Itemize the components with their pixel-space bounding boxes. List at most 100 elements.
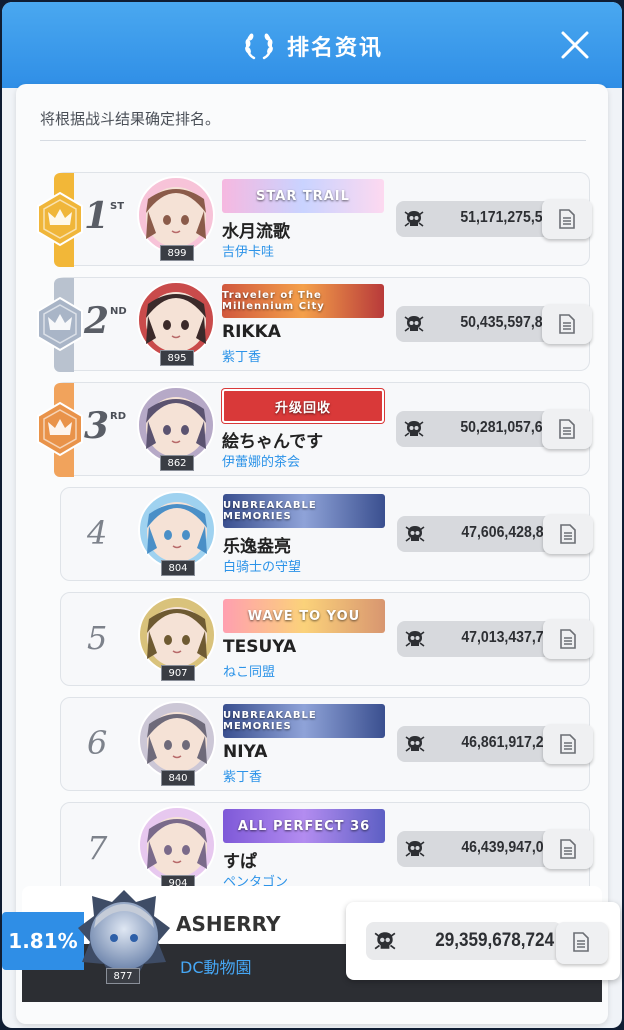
rank-suffix: ND xyxy=(110,306,127,317)
rank-number: 4 xyxy=(87,514,108,552)
ranking-row[interactable]: 1 ST 899 STAR TRAIL 水月流歌 吉伊卡哇 51,171,275,533 xyxy=(37,172,592,267)
score-box: 47,606,428,889 xyxy=(397,516,567,552)
rank-number: 2 xyxy=(84,300,110,342)
document-icon xyxy=(559,419,575,439)
battle-skull-icon xyxy=(405,631,425,647)
rank-number: 3 xyxy=(84,405,110,447)
title-banner-label: STAR TRAIL xyxy=(256,188,350,204)
title-banner: UNBREAKABLE MEMORIES xyxy=(223,494,385,528)
detail-button[interactable] xyxy=(543,829,593,869)
detail-button[interactable] xyxy=(542,304,592,344)
player-level: 840 xyxy=(161,770,195,786)
ranking-row[interactable]: 3 RD 862 升级回收絵ちゃんです 伊蕾娜的茶会 50,281,057,689 xyxy=(37,382,592,477)
detail-button[interactable] xyxy=(543,514,593,554)
rank-number: 6 xyxy=(87,724,108,762)
guild-name[interactable]: 吉伊卡哇 xyxy=(222,241,274,260)
title-banner: WAVE TO YOU xyxy=(223,599,385,633)
player-avatar[interactable] xyxy=(136,280,216,360)
battle-skull-icon xyxy=(405,841,425,857)
battle-skull-icon xyxy=(404,316,424,332)
detail-button[interactable] xyxy=(543,619,593,659)
battle-skull-icon xyxy=(404,211,424,227)
title-banner-label: UNBREAKABLE MEMORIES xyxy=(223,500,317,522)
rank-number: 5 xyxy=(87,619,108,657)
player-avatar[interactable] xyxy=(136,175,216,255)
guild-name[interactable]: 白骑士の守望 xyxy=(223,556,301,575)
guild-name[interactable]: 伊蕾娜的茶会 xyxy=(222,451,300,470)
title-banner: UNBREAKABLE MEMORIES xyxy=(223,704,385,738)
title-banner: STAR TRAIL xyxy=(222,179,384,213)
modal-header: 排名资讯 xyxy=(2,2,622,88)
battle-skull-icon xyxy=(405,526,425,542)
self-guild: DC動物園 xyxy=(180,958,252,977)
score-box: 46,861,917,247 xyxy=(397,726,567,762)
player-avatar[interactable] xyxy=(137,595,217,675)
rank-number: 7 xyxy=(87,829,108,867)
document-icon xyxy=(560,734,576,754)
score-box: 50,281,057,689 xyxy=(396,411,566,447)
ranking-row[interactable]: 7 904 ALL PERFECT 36 すぱ ペンタゴン 46,439,947,003 xyxy=(60,802,593,896)
player-avatar[interactable] xyxy=(137,490,217,570)
ranking-list[interactable]: 1 ST 899 STAR TRAIL 水月流歌 吉伊卡哇 51,171,275,533 2 N… xyxy=(16,84,608,1024)
title-banner-label: WAVE TO YOU xyxy=(247,608,361,624)
score-box: 46,439,947,003 xyxy=(397,831,567,867)
ranking-row[interactable]: 5 907 WAVE TO YOU TESUYA ねこ同盟 47,013,437,768 xyxy=(60,592,593,686)
ranking-row[interactable]: 4 804 UNBREAKABLE MEMORIES 乐逸盎亮 白骑士の守望 47,606… xyxy=(60,487,593,581)
self-score-panel: 29,359,678,724 xyxy=(346,902,620,980)
self-name: ASHERRY xyxy=(176,912,281,936)
player-avatar[interactable] xyxy=(137,700,217,780)
battle-skull-icon xyxy=(404,421,424,437)
document-icon xyxy=(560,629,576,649)
title-banner-label: ALL PERFECT 36 xyxy=(237,818,371,834)
rank-number: 1 xyxy=(84,195,110,237)
detail-button[interactable] xyxy=(542,409,592,449)
close-icon[interactable] xyxy=(558,28,592,62)
title-banner-label: 升级回收 xyxy=(274,400,331,416)
guild-name[interactable]: 紫丁香 xyxy=(222,346,261,365)
player-level: 804 xyxy=(161,560,195,576)
title-banner-label: UNBREAKABLE MEMORIES xyxy=(223,710,317,732)
document-icon xyxy=(559,314,575,334)
document-icon xyxy=(560,524,576,544)
battle-skull-icon xyxy=(405,736,425,752)
title-banner: ALL PERFECT 36 xyxy=(223,809,385,843)
crown-medal-icon xyxy=(37,401,83,457)
self-score: 29,359,678,724 xyxy=(435,930,554,951)
player-name: 水月流歌 xyxy=(222,222,290,242)
player-name: RIKKA xyxy=(222,322,281,342)
player-name: 絵ちゃんです xyxy=(222,432,324,452)
ranking-modal: 排名资讯 将根据战斗结果确定排名。 1 ST 899 STAR TRAIL 水月流歌 吉伊… xyxy=(2,2,622,1028)
rank-suffix: RD xyxy=(110,411,127,422)
document-icon xyxy=(559,209,575,229)
title-banner: 升级回收 xyxy=(222,389,384,423)
ranking-row[interactable]: 2 ND 895 Traveler of The Millennium City RIK… xyxy=(37,277,592,372)
document-icon xyxy=(573,932,589,952)
guild-name[interactable]: 紫丁香 xyxy=(223,766,262,785)
player-name: すぱ xyxy=(223,852,257,872)
rank-suffix: ST xyxy=(110,201,125,212)
score-box: 47,013,437,768 xyxy=(397,621,567,657)
modal-title: 排名资讯 xyxy=(286,36,383,61)
percentile-badge: 1.81% xyxy=(2,912,84,970)
player-avatar[interactable] xyxy=(137,805,217,885)
crown-medal-icon xyxy=(37,296,83,352)
crown-medal-icon xyxy=(37,191,83,247)
detail-button[interactable] xyxy=(543,724,593,764)
detail-button[interactable] xyxy=(542,199,592,239)
guild-name[interactable]: ねこ同盟 xyxy=(223,661,275,680)
title-banner-label: Traveler of The Millennium City xyxy=(222,290,325,312)
player-level: 907 xyxy=(161,665,195,681)
player-name: NIYA xyxy=(223,742,268,762)
score-box: 50,435,597,899 xyxy=(396,306,566,342)
ranking-panel: 将根据战斗结果确定排名。 1 ST 899 STAR TRAIL 水月流歌 吉伊卡哇 51,… xyxy=(16,84,608,1024)
player-name: TESUYA xyxy=(223,637,297,657)
title-banner: Traveler of The Millennium City xyxy=(222,284,384,318)
ranking-row[interactable]: 6 840 UNBREAKABLE MEMORIES NIYA 紫丁香 46,861,91… xyxy=(60,697,593,791)
document-icon xyxy=(560,839,576,859)
self-detail-button[interactable] xyxy=(556,922,608,964)
battle-skull-icon xyxy=(374,932,396,950)
player-avatar[interactable] xyxy=(136,385,216,465)
player-level: 899 xyxy=(160,245,194,261)
player-level: 895 xyxy=(160,350,194,366)
player-level: 862 xyxy=(160,455,194,471)
